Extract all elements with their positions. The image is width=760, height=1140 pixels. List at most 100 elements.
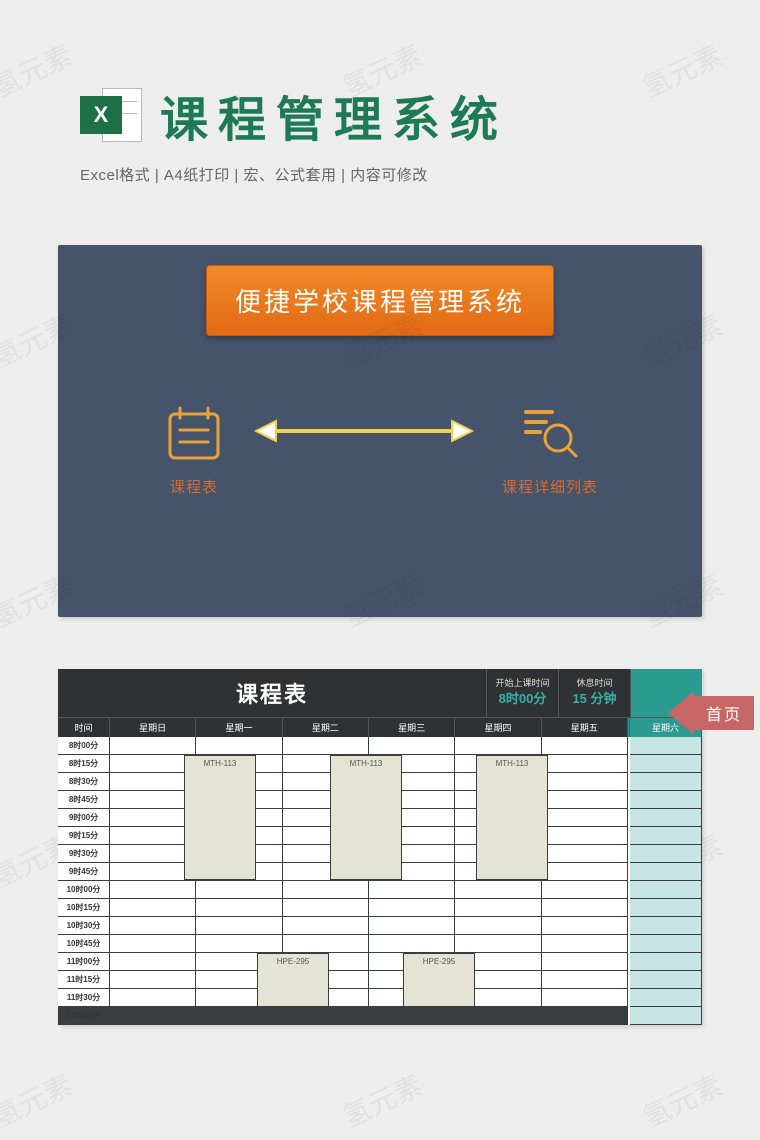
time-cell: 9时45分	[58, 863, 110, 881]
cell[interactable]	[542, 737, 628, 755]
course-block-mth-mon[interactable]: MTH-113	[184, 755, 256, 880]
cell[interactable]	[283, 935, 369, 953]
cell[interactable]	[196, 899, 282, 917]
calendar-icon	[162, 400, 226, 464]
course-block-hpe-thu[interactable]: HPE-295	[403, 953, 475, 1007]
cell[interactable]	[542, 809, 628, 827]
cell[interactable]	[542, 755, 628, 773]
cell-sat[interactable]	[630, 827, 702, 845]
cell[interactable]	[542, 971, 628, 989]
cell-sat[interactable]	[630, 1007, 702, 1025]
watermark: 氢元素	[335, 1064, 428, 1136]
time-cell: 10时00分	[58, 881, 110, 899]
cell[interactable]	[196, 935, 282, 953]
cell[interactable]	[283, 917, 369, 935]
cell[interactable]	[542, 881, 628, 899]
cell-sat[interactable]	[630, 917, 702, 935]
schedule-link-label: 课程表	[170, 476, 218, 497]
cell[interactable]	[542, 863, 628, 881]
cover-banner: 便捷学校课程管理系统	[206, 265, 554, 336]
cell[interactable]	[196, 881, 282, 899]
cell-sat[interactable]	[630, 845, 702, 863]
cell[interactable]	[369, 881, 455, 899]
cell[interactable]	[110, 935, 196, 953]
start-time-label: 开始上课时间	[495, 679, 549, 689]
cell[interactable]	[542, 899, 628, 917]
cell-sat[interactable]	[630, 863, 702, 881]
home-arrow-button[interactable]: 首页	[668, 691, 754, 735]
schedule-title: 课程表	[58, 669, 486, 717]
cell-sat[interactable]	[630, 773, 702, 791]
cell[interactable]	[283, 737, 369, 755]
detail-list-link[interactable]: 课程详细列表	[502, 400, 598, 497]
cell[interactable]	[196, 917, 282, 935]
arrow-left-icon	[668, 691, 694, 735]
time-cell: 9时00分	[58, 809, 110, 827]
cell[interactable]	[110, 899, 196, 917]
cell[interactable]	[283, 899, 369, 917]
cell[interactable]	[196, 1007, 282, 1025]
cell[interactable]	[542, 827, 628, 845]
page-title: 课程管理系统	[160, 80, 508, 150]
header-wed: 星期三	[369, 717, 455, 737]
cell[interactable]	[542, 1007, 628, 1025]
cell[interactable]	[455, 737, 541, 755]
cell-sat[interactable]	[630, 755, 702, 773]
cell-sat[interactable]	[630, 971, 702, 989]
time-cell: 8时30分	[58, 773, 110, 791]
start-time-value: 8时00分	[499, 688, 547, 707]
course-block-mth-wed[interactable]: MTH-113	[330, 755, 402, 880]
cell[interactable]	[455, 1007, 541, 1025]
cell[interactable]	[369, 737, 455, 755]
cell[interactable]	[455, 881, 541, 899]
cell[interactable]	[542, 989, 628, 1007]
cell[interactable]	[542, 845, 628, 863]
cell[interactable]	[283, 1007, 369, 1025]
cell[interactable]	[369, 917, 455, 935]
schedule-link[interactable]: 课程表	[162, 400, 226, 497]
cell-sat[interactable]	[630, 953, 702, 971]
cell[interactable]	[542, 917, 628, 935]
start-time-cell: 开始上课时间 8时00分	[486, 669, 558, 717]
watermark: 氢元素	[0, 1064, 79, 1136]
cell-sat[interactable]	[630, 881, 702, 899]
table-row: 10时15分	[58, 899, 702, 917]
course-block-mth-fri[interactable]: MTH-113	[476, 755, 548, 880]
cell[interactable]	[110, 971, 196, 989]
table-row: 10时00分	[58, 881, 702, 899]
header-sun: 星期日	[110, 717, 196, 737]
cell[interactable]	[542, 791, 628, 809]
cell-sat[interactable]	[630, 899, 702, 917]
cell[interactable]	[455, 935, 541, 953]
cell[interactable]	[369, 899, 455, 917]
cell[interactable]	[455, 917, 541, 935]
cell[interactable]	[369, 935, 455, 953]
cell[interactable]	[542, 773, 628, 791]
time-cell: 10时30分	[58, 917, 110, 935]
cell[interactable]	[283, 881, 369, 899]
cell-sat[interactable]	[630, 737, 702, 755]
page-subtitle: Excel格式 | A4纸打印 | 宏、公式套用 | 内容可修改	[0, 164, 760, 205]
cell[interactable]	[369, 1007, 455, 1025]
cell[interactable]	[455, 899, 541, 917]
watermark: 氢元素	[635, 1064, 728, 1136]
table-row: 10时45分	[58, 935, 702, 953]
cell-sat[interactable]	[630, 989, 702, 1007]
cell[interactable]	[110, 989, 196, 1007]
cell-sat[interactable]	[630, 791, 702, 809]
cell[interactable]	[110, 737, 196, 755]
cell[interactable]	[542, 935, 628, 953]
cell[interactable]	[110, 881, 196, 899]
cell[interactable]	[196, 737, 282, 755]
cell-sat[interactable]	[630, 809, 702, 827]
cell[interactable]	[542, 953, 628, 971]
table-row: 10时30分	[58, 917, 702, 935]
cell[interactable]	[110, 917, 196, 935]
cell-sat[interactable]	[630, 935, 702, 953]
list-search-icon	[518, 400, 582, 464]
cell[interactable]	[110, 1007, 196, 1025]
break-time-label: 休息时间	[576, 679, 612, 689]
course-block-hpe-tue[interactable]: HPE-295	[257, 953, 329, 1007]
cell[interactable]	[110, 953, 196, 971]
header-tue: 星期二	[283, 717, 369, 737]
